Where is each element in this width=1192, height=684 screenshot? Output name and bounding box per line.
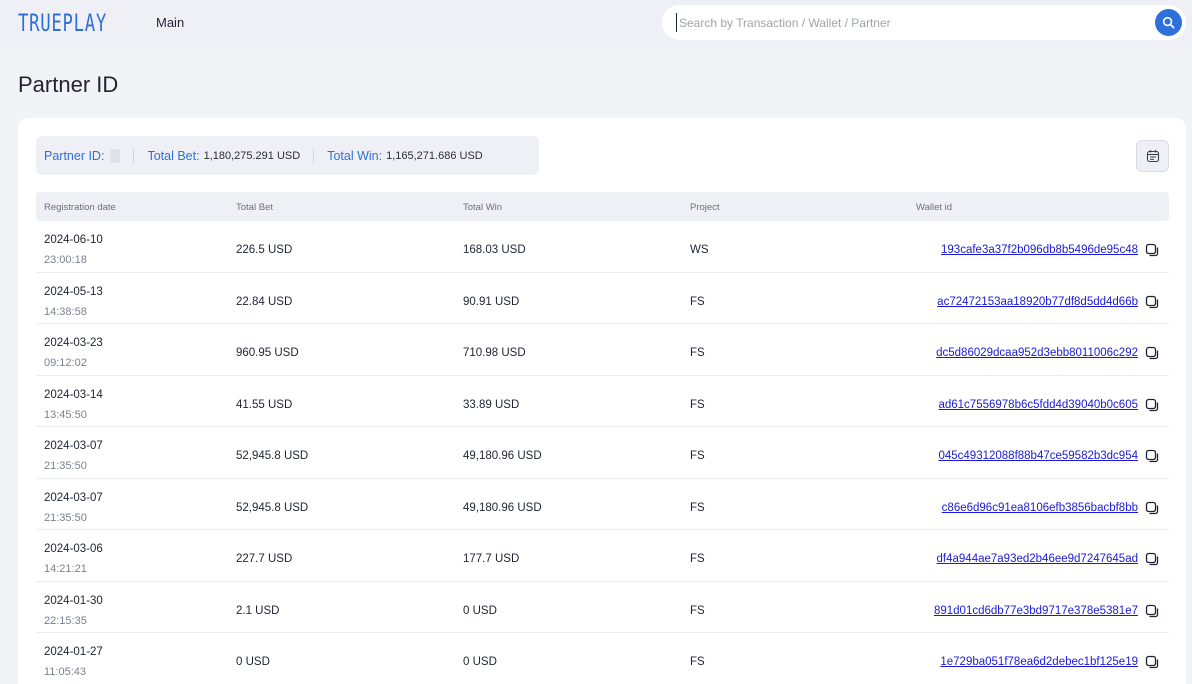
registration-time: 09:12:02: [44, 357, 87, 369]
wallet-id-link[interactable]: c86e6d96c91ea8106efb3856bacbf8bb: [942, 502, 1138, 514]
project-cell: FS: [690, 295, 705, 308]
registration-time: 22:15:35: [44, 614, 87, 627]
total-win-cell: 49,180.96 USD: [463, 450, 542, 462]
summary-divider: [133, 148, 135, 163]
table-row[interactable]: 2024-05-13 14:38:58 22.84 USD 90.91 USD FS ac…: [36, 273, 1169, 324]
project-cell: FS: [690, 656, 705, 668]
total-win-cell: 33.89 USD: [463, 398, 520, 411]
registration-date: 2024-01-27: [44, 646, 103, 658]
total-bet-cell: 41.55 USD: [236, 398, 293, 411]
table-body: 2024-06-10 23:00:18 226.5 USD 168.03 USD WS 1…: [36, 221, 1169, 684]
column-header-registration-date[interactable]: Registration date: [44, 202, 116, 213]
total-bet-cell: 226.5 USD: [236, 244, 293, 256]
table-row[interactable]: 2024-03-14 13:45:50 41.55 USD 33.89 USD FS ad…: [36, 376, 1169, 427]
copy-icon[interactable]: [1145, 449, 1159, 463]
total-bet-cell: 227.7 USD: [236, 553, 293, 565]
registration-time: 13:45:50: [44, 408, 87, 421]
total-win-cell: 0 USD: [463, 604, 497, 617]
project-cell: FS: [690, 398, 705, 411]
total-bet-cell: 0 USD: [236, 656, 270, 668]
table-header: Registration date Total Bet Total Win Pr…: [36, 192, 1169, 221]
search-icon: [1162, 16, 1175, 29]
calendar-icon: [1146, 150, 1159, 163]
copy-icon[interactable]: [1145, 552, 1159, 566]
project-cell: FS: [690, 450, 705, 462]
registration-date: 2024-05-13: [44, 285, 103, 298]
page-title: Partner ID: [18, 72, 119, 97]
date-filter-button[interactable]: [1136, 140, 1169, 172]
trueplay-logo[interactable]: TRUEPLAY: [18, 9, 107, 37]
copy-icon[interactable]: [1145, 346, 1159, 360]
table-row[interactable]: 2024-03-07 21:35:50 52,945.8 USD 49,180.96 …: [36, 479, 1169, 530]
total-bet-cell: 2.1 USD: [236, 604, 280, 617]
total-bet-cell: 52,945.8 USD: [236, 501, 309, 514]
copy-icon[interactable]: [1145, 398, 1159, 412]
registration-date: 2024-03-06: [44, 543, 103, 555]
registration-time: 14:38:58: [44, 305, 87, 318]
table-row[interactable]: 2024-03-06 14:21:21 227.7 USD 177.7 USD FS df…: [36, 530, 1169, 582]
table-row[interactable]: 2024-06-10 23:00:18 226.5 USD 168.03 USD WS 1…: [36, 221, 1169, 273]
search-input[interactable]: [676, 13, 1146, 32]
registration-time: 14:21:21: [44, 563, 87, 575]
table-row[interactable]: 2024-03-07 21:35:50 52,945.8 USD 49,180.96 …: [36, 427, 1169, 479]
total-win-value: 1,165,271.686 USD: [386, 149, 483, 162]
total-win-label: Total Win:: [327, 148, 383, 163]
partner-id-value-redacted: [110, 148, 121, 163]
registration-date: 2024-03-23: [44, 337, 103, 349]
project-cell: WS: [690, 244, 709, 256]
total-win-cell: 177.7 USD: [463, 553, 520, 565]
registration-date: 2024-06-10: [44, 234, 103, 246]
copy-icon[interactable]: [1145, 243, 1159, 257]
total-bet-label: Total Bet:: [147, 148, 200, 163]
wallet-id-link[interactable]: ac72472153aa18920b77df8d5dd4d66b: [937, 296, 1138, 308]
column-header-total-win[interactable]: Total Win: [463, 202, 502, 213]
summary-bar: Partner ID: Total Bet: 1,180,275.291 USD…: [36, 136, 539, 175]
wallet-id-link[interactable]: dc5d86029dcaa952d3ebb8011006c292: [936, 347, 1138, 359]
registration-time: 11:05:43: [44, 666, 87, 678]
copy-icon[interactable]: [1145, 655, 1159, 669]
total-win-cell: 49,180.96 USD: [463, 501, 542, 514]
copy-icon[interactable]: [1145, 604, 1159, 618]
top-header: TRUEPLAY Main: [0, 0, 1192, 48]
partner-card: Partner ID: Total Bet: 1,180,275.291 USD…: [18, 118, 1186, 684]
total-win-cell: 90.91 USD: [463, 295, 520, 308]
total-win-cell: 168.03 USD: [463, 244, 526, 256]
wallet-id-link[interactable]: df4a944ae7a93ed2b46ee9d7247645ad: [937, 553, 1138, 565]
wallet-id-link[interactable]: 193cafe3a37f2b096db8b5496de95c48: [941, 244, 1138, 256]
table-row[interactable]: 2024-03-23 09:12:02 960.95 USD 710.98 USD FS…: [36, 324, 1169, 376]
registration-date: 2024-01-30: [44, 594, 103, 607]
partner-id-label: Partner ID:: [44, 148, 105, 163]
summary-divider: [313, 148, 315, 163]
registration-date: 2024-03-14: [44, 388, 103, 401]
total-bet-cell: 52,945.8 USD: [236, 450, 309, 462]
total-bet-cell: 960.95 USD: [236, 347, 299, 359]
total-bet-cell: 22.84 USD: [236, 295, 293, 308]
registration-time: 21:35:50: [44, 511, 87, 524]
search-bar: [662, 5, 1186, 40]
project-cell: FS: [690, 501, 705, 514]
column-header-total-bet[interactable]: Total Bet: [236, 202, 273, 213]
project-cell: FS: [690, 347, 705, 359]
column-header-wallet-id[interactable]: Wallet id: [916, 202, 952, 213]
registration-date: 2024-03-07: [44, 491, 103, 504]
wallet-id-link[interactable]: 1e729ba051f78ea6d2debec1bf125e19: [940, 656, 1138, 668]
copy-icon[interactable]: [1145, 295, 1159, 309]
search-button[interactable]: [1155, 9, 1182, 36]
project-cell: FS: [690, 553, 705, 565]
column-header-project[interactable]: Project: [690, 202, 720, 213]
registration-date: 2024-03-07: [44, 440, 103, 452]
project-cell: FS: [690, 604, 705, 617]
wallet-id-link[interactable]: ad61c7556978b6c5fdd4d39040b0c605: [938, 399, 1138, 411]
total-win-cell: 710.98 USD: [463, 347, 526, 359]
total-win-cell: 0 USD: [463, 656, 497, 668]
registration-time: 21:35:50: [44, 460, 87, 472]
registration-time: 23:00:18: [44, 254, 87, 266]
copy-icon[interactable]: [1145, 501, 1159, 515]
wallet-id-link[interactable]: 891d01cd6db77e3bd9717e378e5381e7: [934, 605, 1138, 617]
table-row[interactable]: 2024-01-27 11:05:43 0 USD 0 USD FS 1e729ba051…: [36, 633, 1169, 684]
total-bet-value: 1,180,275.291 USD: [203, 149, 301, 162]
table-row[interactable]: 2024-01-30 22:15:35 2.1 USD 0 USD FS 891d01cd…: [36, 582, 1169, 633]
nav-main-link[interactable]: Main: [156, 15, 184, 30]
wallet-id-link[interactable]: 045c49312088f88b47ce59582b3dc954: [938, 450, 1138, 462]
